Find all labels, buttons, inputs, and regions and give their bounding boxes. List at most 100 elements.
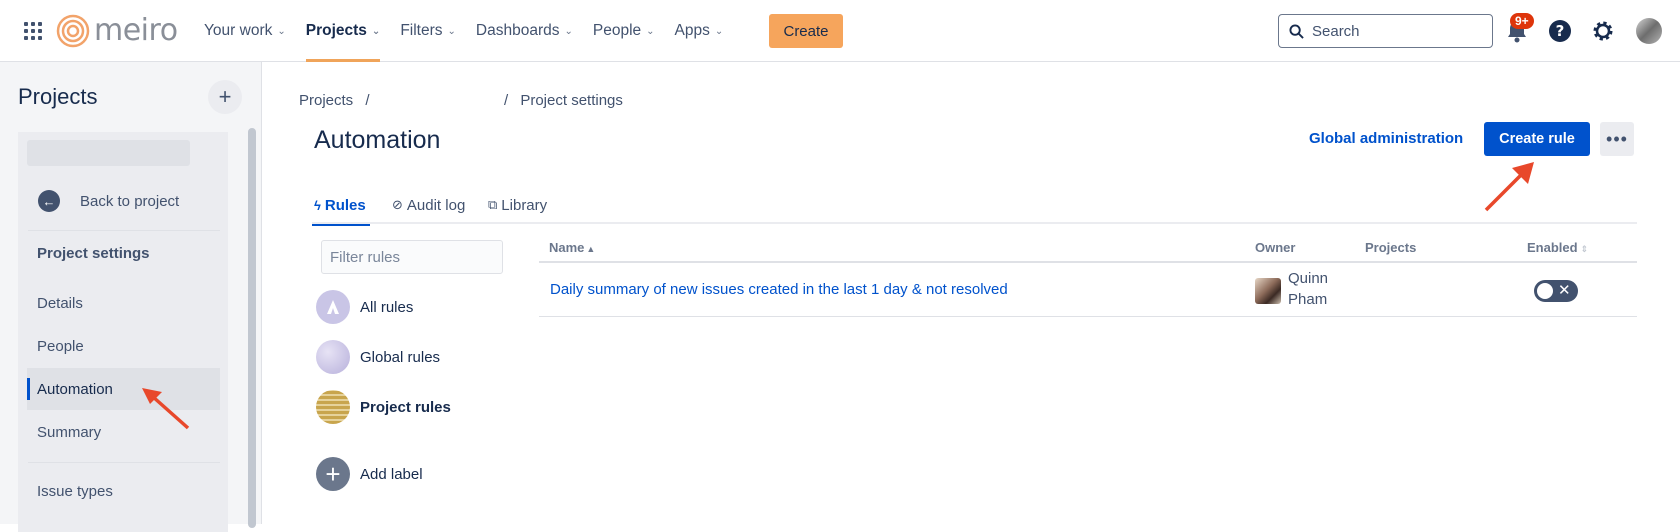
search-input[interactable] — [1312, 22, 1482, 40]
sidebar-item-details[interactable]: Details — [27, 282, 220, 324]
chevron-down-icon: ⌄ — [371, 25, 381, 37]
category-global-rules[interactable]: Global rules — [316, 340, 440, 374]
header-label: Projects — [1365, 240, 1417, 255]
breadcrumb-projects[interactable]: Projects — [299, 92, 353, 109]
nav-your-work[interactable]: Your work ⌄ — [204, 0, 286, 62]
add-label-button[interactable]: + Add label — [316, 457, 423, 491]
globe-icon — [316, 340, 350, 374]
sidebar-item-issue-types[interactable]: Issue types — [27, 470, 220, 512]
breadcrumb-tail: / Project settings — [504, 92, 623, 109]
help-icon[interactable]: ? — [1548, 19, 1572, 43]
sidebar-item-label: Automation — [37, 380, 113, 398]
sidebar-scrollbar[interactable] — [248, 128, 256, 528]
table-header-divider — [539, 261, 1637, 263]
back-to-project-link[interactable]: ← Back to project — [38, 190, 179, 212]
check-circle-icon: ⊘ — [392, 197, 403, 212]
logo-text: meiro — [94, 13, 178, 48]
nav-label: People — [592, 22, 642, 39]
nav-label: Projects — [305, 22, 367, 39]
project-sidebar: Projects + ← Back to project Project set… — [0, 62, 262, 532]
plus-icon: + — [316, 457, 350, 491]
app-switcher-icon[interactable] — [24, 22, 42, 40]
create-button[interactable]: Create — [769, 14, 843, 48]
sidebar-item-label: Details — [37, 294, 83, 312]
chevron-down-icon: ⌄ — [646, 25, 655, 37]
nav-label: Your work — [204, 22, 273, 39]
sidebar-item-label: Issue types — [37, 482, 113, 500]
nav-apps[interactable]: Apps ⌄ — [675, 0, 724, 62]
category-label: All rules — [360, 298, 414, 316]
column-header-owner: Owner — [1255, 240, 1295, 255]
category-label: Add label — [360, 465, 423, 483]
sidebar-item-label: Summary — [37, 423, 102, 441]
breadcrumb-separator: / — [365, 92, 370, 109]
chevron-down-icon: ⌄ — [447, 25, 456, 37]
main-content: Projects / / Project settings Automation… — [262, 62, 1680, 524]
column-header-enabled[interactable]: Enabled ⇕ — [1527, 240, 1588, 255]
header-label: Enabled — [1527, 240, 1578, 255]
chevron-down-icon: ⌄ — [714, 25, 724, 37]
more-actions-button[interactable]: ••• — [1600, 122, 1634, 156]
nav-dashboards[interactable]: Dashboards ⌄ — [476, 0, 573, 62]
back-label: Back to project — [80, 192, 180, 210]
sort-icon: ⇕ — [1580, 244, 1589, 254]
table-row-divider — [539, 316, 1637, 317]
tab-audit-log[interactable]: ⊘ Audit log — [392, 186, 465, 224]
nav-people[interactable]: People ⌄ — [593, 0, 655, 62]
nav-label: Apps — [674, 22, 710, 39]
category-label: Global rules — [360, 348, 441, 366]
tab-library[interactable]: ⧉ Library — [488, 186, 547, 224]
user-avatar[interactable] — [1636, 18, 1662, 44]
nav-label: Dashboards — [475, 22, 560, 39]
chevron-down-icon: ⌄ — [564, 25, 573, 37]
sidebar-title: Projects — [18, 84, 98, 109]
project-name-redacted — [27, 140, 190, 166]
more-icon: ••• — [1606, 128, 1628, 149]
annotation-arrow-icon — [142, 388, 190, 430]
tab-rules[interactable]: ϟ Rules — [312, 186, 370, 226]
header-label: Name — [549, 240, 585, 255]
search-box[interactable] — [1278, 14, 1493, 48]
tab-label: Audit log — [406, 196, 466, 214]
meiro-logo[interactable]: meiro — [56, 13, 178, 48]
nav-projects[interactable]: Projects ⌄ — [305, 0, 381, 62]
nav-label: Filters — [400, 22, 443, 39]
tab-label: Library — [501, 196, 548, 214]
tab-label: Rules — [324, 196, 366, 214]
arrow-left-icon: ← — [38, 190, 60, 212]
atlassian-icon — [316, 290, 350, 324]
settings-gear-icon[interactable] — [1591, 19, 1615, 43]
owner-avatar — [1255, 278, 1281, 304]
project-settings-heading: Project settings — [37, 245, 150, 262]
chevron-down-icon: ⌄ — [277, 25, 286, 37]
notification-badge: 9+ — [1510, 13, 1534, 29]
sidebar-item-people[interactable]: People — [27, 325, 220, 367]
sidebar-item-label: People — [37, 337, 84, 355]
breadcrumb-project-settings[interactable]: Project settings — [520, 92, 623, 109]
breadcrumb-separator: / — [504, 92, 509, 109]
page-title: Automation — [314, 126, 441, 154]
rule-name-link[interactable]: Daily summary of new issues created in t… — [550, 281, 1008, 298]
category-label: Project rules — [360, 398, 451, 416]
filter-rules-input[interactable] — [321, 240, 503, 274]
column-header-projects: Projects — [1365, 240, 1416, 255]
nav-filters[interactable]: Filters ⌄ — [400, 0, 456, 62]
svg-text:?: ? — [1556, 22, 1565, 40]
add-project-button[interactable]: + — [208, 80, 242, 114]
category-all-rules[interactable]: All rules — [316, 290, 413, 324]
search-icon — [1289, 23, 1304, 39]
global-administration-link[interactable]: Global administration — [1309, 130, 1463, 147]
automation-tabs: ϟ Rules ⊘ Audit log ⧉ Library — [312, 186, 1637, 226]
rule-enabled-toggle[interactable]: ✕ — [1534, 280, 1578, 302]
create-rule-button[interactable]: Create rule — [1484, 122, 1590, 156]
category-project-rules[interactable]: Project rules — [316, 390, 451, 424]
divider — [28, 230, 220, 231]
header-label: Owner — [1255, 240, 1296, 255]
divider — [28, 462, 220, 463]
top-navigation-bar: meiro Your work ⌄ Projects ⌄ Filters ⌄ Dash… — [0, 0, 1680, 62]
project-avatar-icon — [316, 390, 350, 424]
column-header-name[interactable]: Name ▲ — [549, 240, 595, 255]
copy-icon: ⧉ — [488, 197, 498, 212]
breadcrumb: Projects / — [299, 92, 370, 109]
close-icon: ✕ — [1558, 282, 1571, 299]
